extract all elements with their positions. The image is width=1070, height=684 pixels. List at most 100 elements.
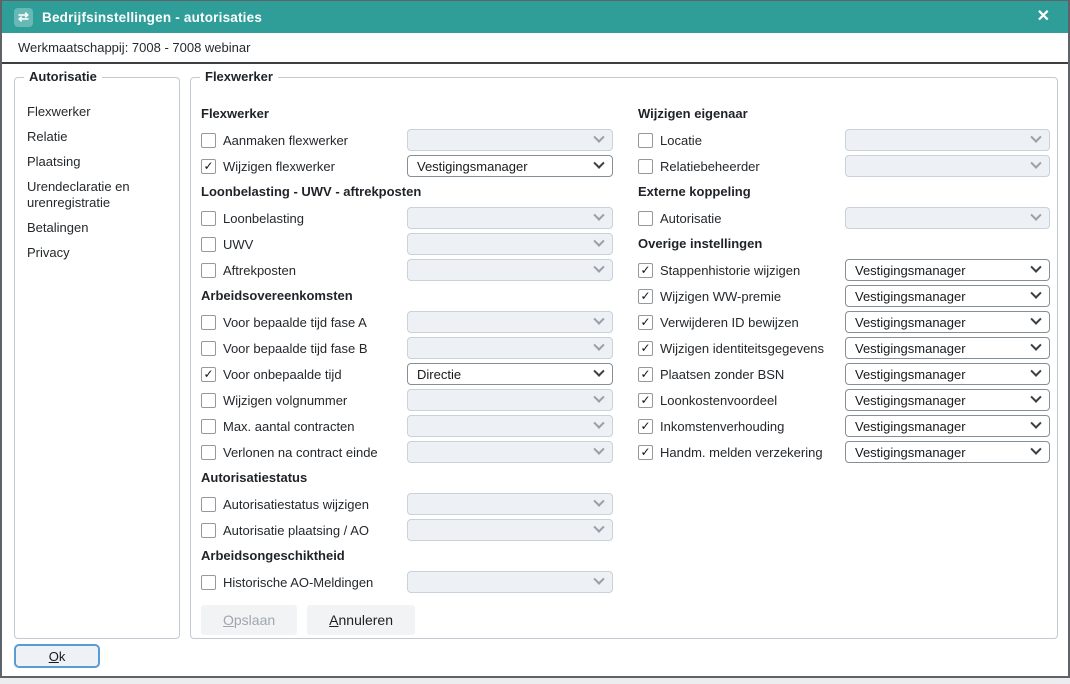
checkbox-wijzigen-flexwerker[interactable]: ✓ [201,159,216,174]
chevron-down-icon [593,132,604,143]
cancel-button[interactable]: Annuleren [307,605,415,635]
dropdown-value-wijzigen-ww-premie: Vestigingsmanager [855,289,966,304]
checkbox-aanmaken-flexwerker[interactable] [201,133,216,148]
setting-row-verlonen-na-contract-einde: Verlonen na contract einde [199,439,623,465]
label-historische-ao-meldingen: Historische AO-Meldingen [223,575,407,590]
dropdown-voor-bepaalde-tijd-fase-a[interactable] [407,311,613,333]
checkbox-autorisatie-plaatsing-ao[interactable] [201,523,216,538]
chevron-down-icon [1030,132,1041,143]
checkbox-loonbelasting[interactable] [201,211,216,226]
dropdown-verwijderen-id-bewijzen[interactable]: Vestigingsmanager [845,311,1050,333]
dropdown-uwv[interactable] [407,233,613,255]
dropdown-loonbelasting[interactable] [407,207,613,229]
setting-row-stappenhistorie-wijzigen: ✓Stappenhistorie wijzigenVestigingsmanag… [636,257,1048,283]
checkbox-uwv[interactable] [201,237,216,252]
dropdown-wijzigen-flexwerker[interactable]: Vestigingsmanager [407,155,613,177]
dropdown-locatie[interactable] [845,129,1050,151]
dropdown-verlonen-na-contract-einde[interactable] [407,441,613,463]
chevron-down-icon [1030,418,1041,429]
label-autorisatie: Autorisatie [660,211,845,226]
dropdown-aftrekposten[interactable] [407,259,613,281]
chevron-down-icon [593,392,604,403]
checkbox-wijzigen-ww-premie[interactable]: ✓ [638,289,653,304]
dropdown-autorisatie[interactable] [845,207,1050,229]
dropdown-value-wijzigen-flexwerker: Vestigingsmanager [417,159,528,174]
checkbox-verwijderen-id-bewijzen[interactable]: ✓ [638,315,653,330]
dropdown-stappenhistorie-wijzigen[interactable]: Vestigingsmanager [845,259,1050,281]
dropdown-loonkostenvoordeel[interactable]: Vestigingsmanager [845,389,1050,411]
dropdown-wijzigen-volgnummer[interactable] [407,389,613,411]
setting-row-voor-bepaalde-tijd-fase-a: Voor bepaalde tijd fase A [199,309,623,335]
section-heading-autorisatiestatus: Autorisatiestatus [201,470,623,486]
chevron-down-icon [1030,262,1041,273]
setting-row-wijzigen-volgnummer: Wijzigen volgnummer [199,387,623,413]
dropdown-handm-melden-verzekering[interactable]: Vestigingsmanager [845,441,1050,463]
sidebar-item-plaatsing[interactable]: Plaatsing [27,154,169,170]
chevron-down-icon [1030,444,1041,455]
sidebar-item-betalingen[interactable]: Betalingen [27,220,169,236]
label-relatiebeheerder: Relatiebeheerder [660,159,845,174]
section-heading-arbeidsongeschiktheid: Arbeidsongeschiktheid [201,548,623,564]
checkbox-verlonen-na-contract-einde[interactable] [201,445,216,460]
label-loonbelasting: Loonbelasting [223,211,407,226]
section-heading-loonbelasting-uwv-aftrekposten: Loonbelasting - UWV - aftrekposten [201,184,623,200]
sidebar-item-flexwerker[interactable]: Flexwerker [27,104,169,120]
checkbox-voor-bepaalde-tijd-fase-a[interactable] [201,315,216,330]
checkbox-relatiebeheerder[interactable] [638,159,653,174]
dropdown-value-voor-onbepaalde-tijd: Directie [417,367,461,382]
dropdown-inkomstenverhouding[interactable]: Vestigingsmanager [845,415,1050,437]
checkbox-voor-bepaalde-tijd-fase-b[interactable] [201,341,216,356]
dropdown-wijzigen-ww-premie[interactable]: Vestigingsmanager [845,285,1050,307]
dropdown-aanmaken-flexwerker[interactable] [407,129,613,151]
dropdown-plaatsen-zonder-bsn[interactable]: Vestigingsmanager [845,363,1050,385]
checkbox-locatie[interactable] [638,133,653,148]
label-loonkostenvoordeel: Loonkostenvoordeel [660,393,845,408]
dropdown-autorisatie-plaatsing-ao[interactable] [407,519,613,541]
dropdown-wijzigen-identiteitsgegevens[interactable]: Vestigingsmanager [845,337,1050,359]
checkbox-stappenhistorie-wijzigen[interactable]: ✓ [638,263,653,278]
titlebar: ⇄ Bedrijfsinstellingen - autorisaties ✕ [2,1,1068,33]
dropdown-historische-ao-meldingen[interactable] [407,571,613,593]
close-icon[interactable]: ✕ [1031,7,1056,27]
chevron-down-icon [1030,392,1041,403]
chevron-down-icon [593,262,604,273]
setting-row-max-aantal-contracten: Max. aantal contracten [199,413,623,439]
chevron-down-icon [593,418,604,429]
section-heading-flexwerker: Flexwerker [201,106,623,122]
dropdown-value-inkomstenverhouding: Vestigingsmanager [855,419,966,434]
section-heading-externe-koppeling: Externe koppeling [638,184,1048,200]
dropdown-relatiebeheerder[interactable] [845,155,1050,177]
dropdown-voor-onbepaalde-tijd[interactable]: Directie [407,363,613,385]
setting-row-wijzigen-flexwerker: ✓Wijzigen flexwerkerVestigingsmanager [199,153,623,179]
setting-row-voor-bepaalde-tijd-fase-b: Voor bepaalde tijd fase B [199,335,623,361]
dropdown-voor-bepaalde-tijd-fase-b[interactable] [407,337,613,359]
chevron-down-icon [593,158,604,169]
checkbox-aftrekposten[interactable] [201,263,216,278]
chevron-down-icon [1030,340,1041,351]
checkbox-loonkostenvoordeel[interactable]: ✓ [638,393,653,408]
checkbox-voor-onbepaalde-tijd[interactable]: ✓ [201,367,216,382]
checkbox-historische-ao-meldingen[interactable] [201,575,216,590]
checkbox-autorisatie[interactable] [638,211,653,226]
label-wijzigen-ww-premie: Wijzigen WW-premie [660,289,845,304]
setting-row-historische-ao-meldingen: Historische AO-Meldingen [199,569,623,595]
checkbox-inkomstenverhouding[interactable]: ✓ [638,419,653,434]
label-voor-onbepaalde-tijd: Voor onbepaalde tijd [223,367,407,382]
sidebar-item-urendeclaratie-en-urenregistratie[interactable]: Urendeclaratie en urenregistratie [27,179,169,211]
sidebar-item-privacy[interactable]: Privacy [27,245,169,261]
checkbox-autorisatiestatus-wijzigen[interactable] [201,497,216,512]
dropdown-max-aantal-contracten[interactable] [407,415,613,437]
label-autorisatie-plaatsing-ao: Autorisatie plaatsing / AO [223,523,407,538]
setting-row-plaatsen-zonder-bsn: ✓Plaatsen zonder BSNVestigingsmanager [636,361,1048,387]
setting-row-inkomstenverhouding: ✓InkomstenverhoudingVestigingsmanager [636,413,1048,439]
sidebar-item-relatie[interactable]: Relatie [27,129,169,145]
checkbox-wijzigen-identiteitsgegevens[interactable]: ✓ [638,341,653,356]
checkbox-max-aantal-contracten[interactable] [201,419,216,434]
save-button[interactable]: Opslaan [201,605,297,635]
sidebar-legend: Autorisatie [24,69,102,84]
dropdown-autorisatiestatus-wijzigen[interactable] [407,493,613,515]
checkbox-wijzigen-volgnummer[interactable] [201,393,216,408]
checkbox-plaatsen-zonder-bsn[interactable]: ✓ [638,367,653,382]
checkbox-handm-melden-verzekering[interactable]: ✓ [638,445,653,460]
ok-button[interactable]: Ok [14,644,100,668]
